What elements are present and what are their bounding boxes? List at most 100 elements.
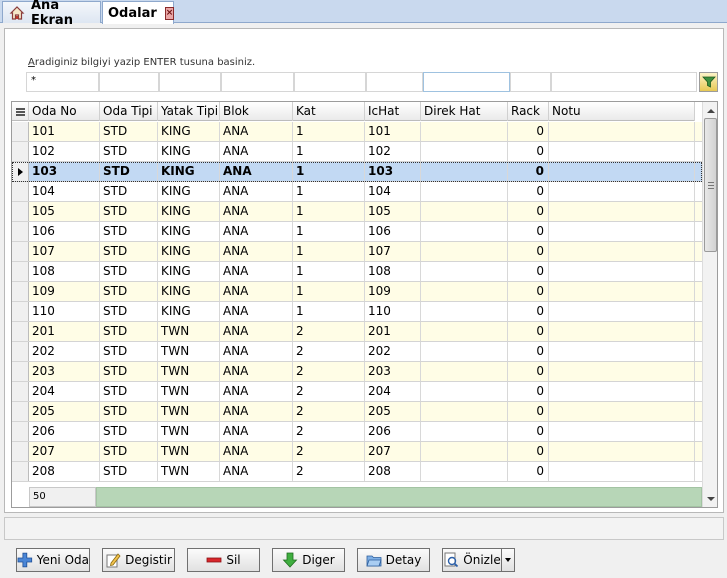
cell-kat[interactable]: 2 bbox=[293, 422, 365, 441]
cell-oda-tipi[interactable]: STD bbox=[100, 142, 158, 161]
filter-input-oda-no[interactable]: * bbox=[26, 72, 99, 92]
column-header-direk-hat[interactable]: Direk Hat bbox=[421, 102, 508, 121]
cell-kat[interactable]: 2 bbox=[293, 402, 365, 421]
cell-oda-no[interactable]: 101 bbox=[29, 122, 100, 141]
cell-rack[interactable]: 0 bbox=[508, 282, 549, 301]
cell-direk-hat[interactable] bbox=[421, 302, 508, 321]
cell-yatak-tipi[interactable]: KING bbox=[158, 262, 220, 281]
cell-ichat[interactable]: 201 bbox=[365, 322, 421, 341]
cell-ichat[interactable]: 203 bbox=[365, 362, 421, 381]
cell-kat[interactable]: 1 bbox=[293, 222, 365, 241]
cell-notu[interactable] bbox=[549, 382, 695, 401]
cell-kat[interactable]: 1 bbox=[293, 242, 365, 261]
cell-oda-no[interactable]: 201 bbox=[29, 322, 100, 341]
cell-oda-no[interactable]: 107 bbox=[29, 242, 100, 261]
table-row[interactable]: 101 STD KING ANA 1 101 0 bbox=[12, 122, 702, 142]
cell-kat[interactable]: 1 bbox=[293, 182, 365, 201]
diger-button[interactable]: Diger bbox=[272, 548, 345, 572]
row-indicator[interactable] bbox=[12, 242, 29, 261]
column-header-rack[interactable]: Rack bbox=[508, 102, 549, 121]
cell-blok[interactable]: ANA bbox=[220, 182, 293, 201]
cell-yatak-tipi[interactable]: TWN bbox=[158, 422, 220, 441]
cell-direk-hat[interactable] bbox=[421, 282, 508, 301]
cell-kat[interactable]: 2 bbox=[293, 442, 365, 461]
row-indicator[interactable] bbox=[12, 162, 29, 181]
column-header-yatak-tipi[interactable]: Yatak Tipi bbox=[158, 102, 220, 121]
cell-kat[interactable]: 1 bbox=[293, 282, 365, 301]
column-header-oda-tipi[interactable]: Oda Tipi bbox=[100, 102, 158, 121]
cell-oda-tipi[interactable]: STD bbox=[100, 462, 158, 481]
cell-notu[interactable] bbox=[549, 282, 695, 301]
cell-notu[interactable] bbox=[549, 302, 695, 321]
cell-kat[interactable]: 1 bbox=[293, 122, 365, 141]
cell-notu[interactable] bbox=[549, 422, 695, 441]
cell-kat[interactable]: 2 bbox=[293, 462, 365, 481]
filter-input-ichat[interactable] bbox=[366, 72, 423, 92]
cell-rack[interactable]: 0 bbox=[508, 402, 549, 421]
cell-notu[interactable] bbox=[549, 262, 695, 281]
cell-kat[interactable]: 2 bbox=[293, 322, 365, 341]
table-row[interactable]: 203 STD TWN ANA 2 203 0 bbox=[12, 362, 702, 382]
cell-rack[interactable]: 0 bbox=[508, 202, 549, 221]
cell-yatak-tipi[interactable]: KING bbox=[158, 182, 220, 201]
table-row[interactable]: 208 STD TWN ANA 2 208 0 bbox=[12, 462, 702, 482]
cell-yatak-tipi[interactable]: KING bbox=[158, 302, 220, 321]
column-header-kat[interactable]: Kat bbox=[293, 102, 365, 121]
cell-oda-tipi[interactable]: STD bbox=[100, 122, 158, 141]
cell-ichat[interactable]: 110 bbox=[365, 302, 421, 321]
cell-kat[interactable]: 1 bbox=[293, 162, 365, 181]
filter-input-oda-tipi[interactable] bbox=[99, 72, 159, 92]
cell-blok[interactable]: ANA bbox=[220, 402, 293, 421]
cell-rack[interactable]: 0 bbox=[508, 302, 549, 321]
cell-direk-hat[interactable] bbox=[421, 202, 508, 221]
cell-ichat[interactable]: 102 bbox=[365, 142, 421, 161]
column-chooser[interactable] bbox=[12, 102, 29, 121]
cell-ichat[interactable]: 109 bbox=[365, 282, 421, 301]
cell-yatak-tipi[interactable]: KING bbox=[158, 202, 220, 221]
cell-blok[interactable]: ANA bbox=[220, 222, 293, 241]
cell-oda-tipi[interactable]: STD bbox=[100, 262, 158, 281]
cell-blok[interactable]: ANA bbox=[220, 162, 293, 181]
cell-notu[interactable] bbox=[549, 442, 695, 461]
column-header-oda-no[interactable]: Oda No bbox=[29, 102, 100, 121]
table-row[interactable]: 110 STD KING ANA 1 110 0 bbox=[12, 302, 702, 322]
cell-notu[interactable] bbox=[549, 162, 695, 181]
cell-direk-hat[interactable] bbox=[421, 342, 508, 361]
scroll-down-button[interactable] bbox=[705, 493, 716, 505]
cell-direk-hat[interactable] bbox=[421, 362, 508, 381]
cell-oda-tipi[interactable]: STD bbox=[100, 182, 158, 201]
close-icon[interactable]: × bbox=[164, 6, 175, 20]
cell-kat[interactable]: 1 bbox=[293, 202, 365, 221]
cell-yatak-tipi[interactable]: TWN bbox=[158, 322, 220, 341]
sil-button[interactable]: Sil bbox=[187, 548, 260, 572]
cell-ichat[interactable]: 204 bbox=[365, 382, 421, 401]
cell-yatak-tipi[interactable]: KING bbox=[158, 142, 220, 161]
cell-blok[interactable]: ANA bbox=[220, 202, 293, 221]
cell-oda-no[interactable]: 206 bbox=[29, 422, 100, 441]
cell-rack[interactable]: 0 bbox=[508, 182, 549, 201]
cell-rack[interactable]: 0 bbox=[508, 422, 549, 441]
filter-input-rack[interactable] bbox=[510, 72, 551, 92]
cell-notu[interactable] bbox=[549, 142, 695, 161]
column-header-notu[interactable]: Notu bbox=[549, 102, 695, 121]
cell-oda-tipi[interactable]: STD bbox=[100, 242, 158, 261]
row-indicator[interactable] bbox=[12, 202, 29, 221]
row-indicator[interactable] bbox=[12, 422, 29, 441]
cell-blok[interactable]: ANA bbox=[220, 262, 293, 281]
cell-notu[interactable] bbox=[549, 342, 695, 361]
cell-ichat[interactable]: 205 bbox=[365, 402, 421, 421]
cell-notu[interactable] bbox=[549, 362, 695, 381]
row-indicator[interactable] bbox=[12, 182, 29, 201]
row-indicator[interactable] bbox=[12, 442, 29, 461]
cell-oda-no[interactable]: 108 bbox=[29, 262, 100, 281]
cell-direk-hat[interactable] bbox=[421, 162, 508, 181]
cell-kat[interactable]: 2 bbox=[293, 342, 365, 361]
table-row[interactable]: 109 STD KING ANA 1 109 0 bbox=[12, 282, 702, 302]
yeni-oda-button[interactable]: Yeni Oda bbox=[16, 548, 90, 572]
cell-rack[interactable]: 0 bbox=[508, 242, 549, 261]
cell-oda-tipi[interactable]: STD bbox=[100, 302, 158, 321]
row-indicator[interactable] bbox=[12, 322, 29, 341]
filter-input-kat[interactable] bbox=[294, 72, 366, 92]
cell-oda-no[interactable]: 204 bbox=[29, 382, 100, 401]
cell-yatak-tipi[interactable]: TWN bbox=[158, 442, 220, 461]
